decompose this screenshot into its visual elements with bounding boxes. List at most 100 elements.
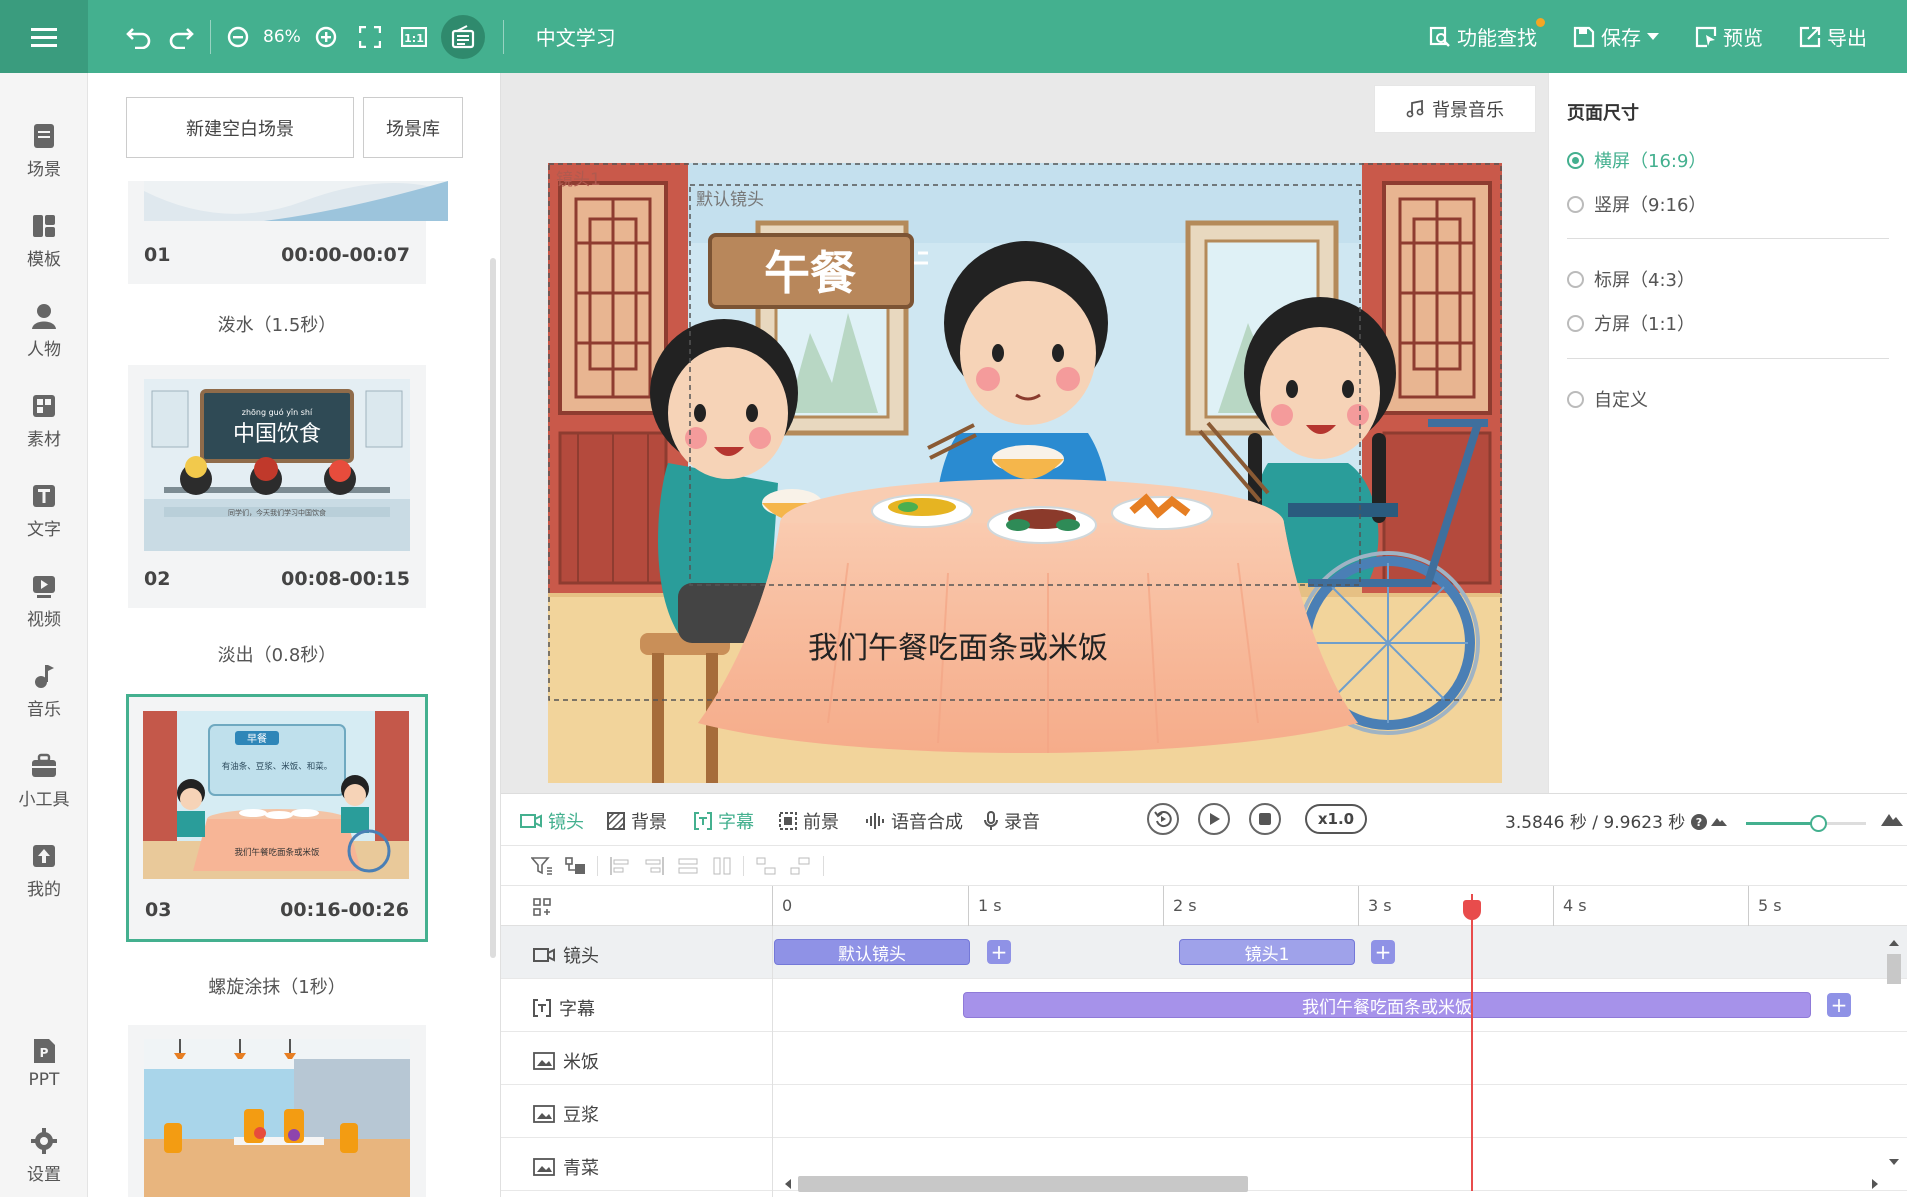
microphone-icon [984,811,998,830]
menu-button[interactable] [0,0,88,73]
document-title[interactable]: 中文学习 [536,22,616,51]
ruler-tick [968,886,969,926]
page-size-option-standard[interactable]: 标屏（4:3） [1567,266,1695,292]
add-shot-button[interactable]: + [1371,940,1395,964]
rail-item-settings[interactable]: 设置 [0,1128,88,1185]
redo-button[interactable] [164,17,198,57]
fullscreen-button[interactable] [355,17,385,57]
add-subtitle-button[interactable]: + [1827,993,1851,1017]
undo-button[interactable] [122,17,156,57]
feature-search-button[interactable]: 功能查找 [1429,18,1545,51]
scroll-right-icon[interactable] [1871,1179,1879,1189]
rail-item-template[interactable]: 模板 [0,213,88,270]
background-music-button[interactable]: 背景音乐 [1374,85,1536,133]
playhead-handle[interactable] [1463,900,1481,920]
clip-shot-1[interactable]: 镜头1 [1179,939,1355,965]
subtitle-text[interactable]: 我们午餐吃面条或米饭 [808,623,1108,667]
stop-button[interactable] [1249,803,1281,835]
scene-card-selected[interactable]: 早餐 有油条、豆浆、米饭、和菜。 我们午餐吃面条或米饭 03 00:16-00:… [126,694,428,942]
page-size-option-landscape[interactable]: 横屏（16:9） [1567,147,1706,173]
scene-number: 03 [145,899,172,921]
page-size-option-portrait[interactable]: 竖屏（9:16） [1567,191,1706,217]
actual-size-button[interactable]: 1:1 [399,17,429,57]
tab-label: 镜头 [548,812,584,833]
zoom-out-button[interactable] [223,17,253,57]
rail-item-music[interactable]: 音乐 [0,663,88,720]
rail-item-video[interactable]: 视频 [0,573,88,630]
new-blank-scene-button[interactable]: 新建空白场景 [126,97,354,158]
add-shot-button[interactable]: + [987,940,1011,964]
scene-list-scrollbar[interactable] [490,258,496,958]
option-label: 标屏（4:3） [1594,270,1695,291]
track-label[interactable]: 米饭 [533,1048,599,1074]
scene-card[interactable] [128,1025,426,1197]
scene-card[interactable]: 01 00:00-00:07 [128,181,448,284]
upload-icon [33,845,55,867]
timeline-zoom-slider[interactable] [1746,815,1866,832]
zoom-out-mountain-icon[interactable] [1711,814,1727,826]
scene-card[interactable]: zhōng guó yǐn shí 中国饮食 同学们，今天我们学习中国饮食 02… [128,365,426,608]
tab-record[interactable]: 录音 [984,808,1040,834]
rail-item-mine[interactable]: 我的 [0,843,88,900]
tab-background[interactable]: 背景 [607,808,667,834]
replay-button[interactable] [1147,803,1179,835]
track-label[interactable]: 镜头 [533,942,599,968]
scene-transition[interactable]: 螺旋涂抹（1秒） [128,973,426,999]
rail-item-ppt[interactable]: P PPT [0,1038,88,1090]
rail-item-text[interactable]: 文字 [0,483,88,540]
zoom-in-mountain-icon[interactable] [1881,810,1903,826]
scroll-up-icon[interactable] [1889,939,1899,947]
topbar-actions: 功能查找 保存 预览 导出 [1429,0,1867,73]
clip-subtitle[interactable]: 我们午餐吃面条或米饭 [963,992,1811,1018]
timeline-ruler[interactable]: 0 1 s 2 s 3 s 4 s 5 s [501,886,1907,926]
filter-icon[interactable] [531,856,553,876]
clip-default-shot[interactable]: 默认镜头 [774,939,970,965]
export-icon [1799,26,1821,47]
distribute-v-icon[interactable] [711,856,733,876]
track-label[interactable]: 青菜 [533,1154,599,1180]
svg-text:同学们，今天我们学习中国饮食: 同学们，今天我们学习中国饮食 [228,508,326,517]
timeline-horizontal-scrollbar[interactable] [798,1176,1248,1192]
playback-speed-button[interactable]: x1.0 [1305,804,1367,834]
scene-stage[interactable]: 午餐 镜头1 默认镜头 我们午餐吃面条或米饭 [548,163,1502,783]
align-left-icon[interactable] [609,856,631,876]
timeline-vertical-scrollbar[interactable] [1887,954,1901,984]
subtitle-mode-button[interactable] [440,14,485,59]
tools-divider [823,856,824,876]
help-icon[interactable]: ? [1690,814,1707,830]
scene-transition[interactable]: 淡出（0.8秒） [128,641,426,667]
toolbox-icon [32,753,56,777]
track-label[interactable]: 豆浆 [533,1101,599,1127]
scene-library-button[interactable]: 场景库 [363,97,463,158]
layer-icon[interactable] [565,856,587,876]
tab-shot[interactable]: 镜头 [520,808,584,834]
rail-item-material[interactable]: 素材 [0,393,88,450]
rail-item-scene[interactable]: 场景 [0,123,88,180]
save-button[interactable]: 保存 [1573,22,1659,51]
track-settings-icon[interactable] [533,898,551,916]
rail-item-person[interactable]: 人物 [0,303,88,360]
track-label[interactable]: 字幕 [533,995,595,1021]
zoom-in-button[interactable] [311,17,341,57]
tab-subtitle[interactable]: 字幕 [694,808,754,834]
scene-transition[interactable]: 泼水（1.5秒） [128,311,426,337]
tab-tts[interactable]: 语音合成 [865,808,963,834]
export-button[interactable]: 导出 [1799,22,1867,51]
thumb-title: 早餐 [247,732,267,745]
slider-knob[interactable] [1810,815,1827,832]
page-size-option-square[interactable]: 方屏（1:1） [1567,310,1695,336]
tab-foreground[interactable]: 前景 [779,808,839,834]
scene-thumbnail: zhōng guó yǐn shí 中国饮食 同学们，今天我们学习中国饮食 [144,379,410,551]
page-size-option-custom[interactable]: 自定义 [1567,386,1648,412]
move-up-icon[interactable] [755,856,777,876]
rail-item-tools[interactable]: 小工具 [0,753,88,810]
preview-button[interactable]: 预览 [1695,22,1763,51]
align-right-icon[interactable] [643,856,665,876]
scene-meta: 01 00:00-00:07 [128,244,426,266]
move-down-icon[interactable] [789,856,811,876]
scroll-down-icon[interactable] [1889,1158,1899,1166]
notification-dot [1536,18,1545,27]
distribute-h-icon[interactable] [677,856,699,876]
scroll-left-icon[interactable] [784,1179,792,1189]
play-button[interactable] [1198,803,1230,835]
